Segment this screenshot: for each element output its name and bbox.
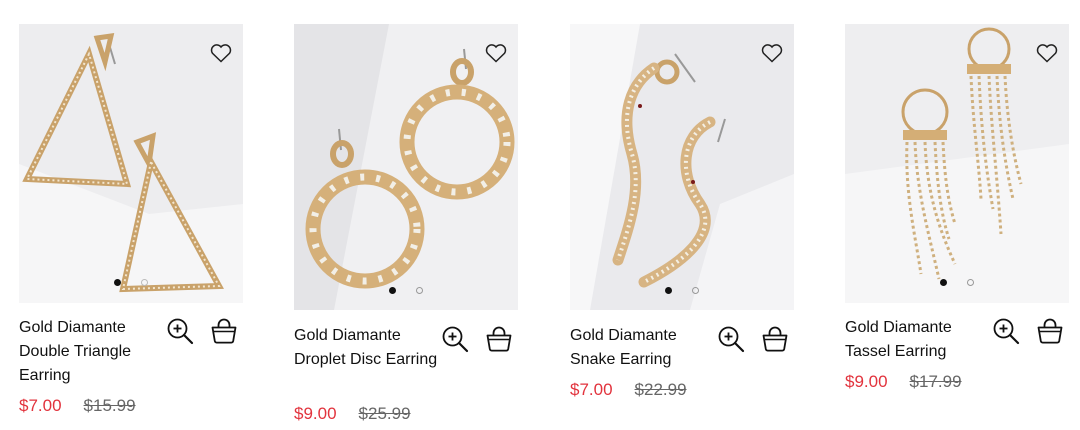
- zoom-plus-icon[interactable]: [165, 316, 195, 346]
- original-price: $22.99: [634, 380, 687, 399]
- product-actions: [716, 324, 790, 354]
- zoom-plus-icon[interactable]: [440, 324, 470, 354]
- heart-icon[interactable]: [760, 41, 784, 65]
- sale-price: $9.00: [294, 404, 337, 423]
- original-price: $17.99: [909, 372, 962, 391]
- pagination-dot-active[interactable]: [665, 287, 672, 294]
- shopping-bag-icon[interactable]: [760, 324, 790, 354]
- pagination-dot-active[interactable]: [114, 279, 121, 286]
- pagination-dot-active[interactable]: [389, 287, 396, 294]
- price: $9.00 $25.99: [294, 404, 411, 424]
- product-actions: [440, 324, 514, 354]
- original-price: $15.99: [83, 396, 136, 415]
- product-image[interactable]: [570, 24, 794, 310]
- earring-photo: [570, 24, 794, 310]
- earring-photo: [294, 24, 518, 310]
- product-image[interactable]: [845, 24, 1069, 303]
- price: $7.00 $15.99: [19, 396, 136, 416]
- image-pagination: [19, 279, 243, 286]
- heart-icon[interactable]: [1035, 41, 1059, 65]
- zoom-plus-icon[interactable]: [716, 324, 746, 354]
- earring-photo: [845, 24, 1069, 303]
- sale-price: $7.00: [570, 380, 613, 399]
- price: $9.00 $17.99: [845, 372, 962, 392]
- product-name[interactable]: Gold Diamante Droplet Disc Earring: [294, 324, 439, 372]
- sale-price: $7.00: [19, 396, 62, 415]
- earring-photo: [19, 24, 243, 303]
- shopping-bag-icon[interactable]: [209, 316, 239, 346]
- product-name[interactable]: Gold Diamante Snake Earring: [570, 324, 690, 372]
- sale-price: $9.00: [845, 372, 888, 391]
- shopping-bag-icon[interactable]: [484, 324, 514, 354]
- pagination-dot[interactable]: [967, 279, 974, 286]
- pagination-dot[interactable]: [141, 279, 148, 286]
- zoom-plus-icon[interactable]: [991, 316, 1021, 346]
- product-name[interactable]: Gold Diamante Tassel Earring: [845, 316, 965, 364]
- pagination-dot[interactable]: [692, 287, 699, 294]
- product-actions: [165, 316, 239, 346]
- heart-icon[interactable]: [484, 41, 508, 65]
- heart-icon[interactable]: [209, 41, 233, 65]
- product-actions: [991, 316, 1065, 346]
- image-pagination: [845, 279, 1069, 286]
- pagination-dot-active[interactable]: [940, 279, 947, 286]
- product-image[interactable]: [294, 24, 518, 310]
- pagination-dot[interactable]: [416, 287, 423, 294]
- shopping-bag-icon[interactable]: [1035, 316, 1065, 346]
- image-pagination: [570, 287, 794, 294]
- original-price: $25.99: [358, 404, 411, 423]
- product-image[interactable]: [19, 24, 243, 303]
- image-pagination: [294, 287, 518, 294]
- product-name[interactable]: Gold Diamante Double Triangle Earring: [19, 316, 164, 388]
- price: $7.00 $22.99: [570, 380, 687, 400]
